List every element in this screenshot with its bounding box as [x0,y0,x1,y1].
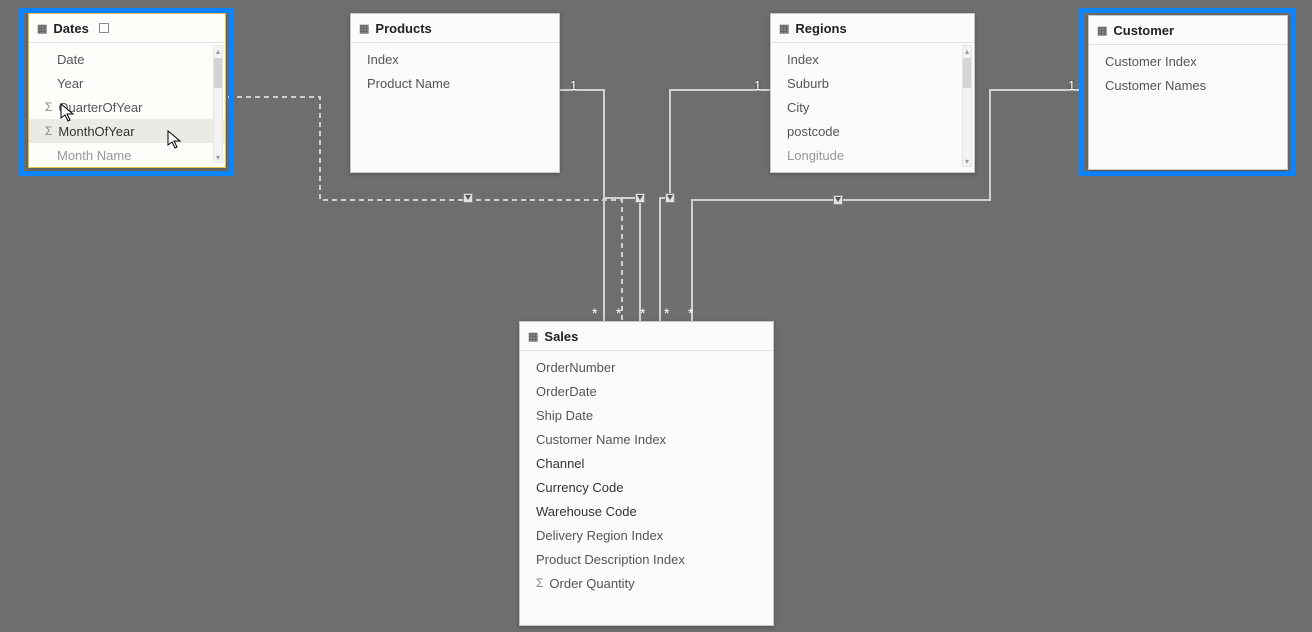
relationship-node[interactable] [665,193,675,203]
field-city[interactable]: City [771,95,974,119]
field-list: OrderNumber OrderDate Ship Date Customer… [520,351,773,599]
cardinality-many: * [592,305,597,321]
table-title: Regions [795,21,846,36]
table-header[interactable]: ▦ Sales [520,322,773,351]
table-icon: ▦ [359,22,369,35]
table-title: Products [375,21,431,36]
field-ordernumber[interactable]: OrderNumber [520,355,773,379]
field-product-name[interactable]: Product Name [351,71,559,95]
field-warehouse-code[interactable]: Warehouse Code [520,499,773,523]
scrollbar[interactable]: ▴ ▾ [213,45,223,163]
sigma-icon: Σ [536,576,543,590]
table-title: Sales [544,329,578,344]
field-monthname[interactable]: Month Name [29,143,225,167]
table-header[interactable]: ▦ Products [351,14,559,43]
cardinality-many: * [664,305,669,321]
field-quarterofyear[interactable]: ΣQuarterOfYear [29,95,225,119]
table-icon: ▦ [1097,24,1107,37]
field-customer-name-index[interactable]: Customer Name Index [520,427,773,451]
table-header[interactable]: ▦ Dates [29,14,225,43]
table-products[interactable]: ▦ Products Index Product Name [350,13,560,173]
field-customer-index[interactable]: Customer Index [1089,49,1287,73]
field-list: Date Year ΣQuarterOfYear ΣMonthOfYear Mo… [29,43,225,168]
table-sales[interactable]: ▦ Sales OrderNumber OrderDate Ship Date … [519,321,774,626]
cardinality-many: * [616,305,621,321]
field-postcode[interactable]: postcode [771,119,974,143]
table-dates[interactable]: ▦ Dates Date Year ΣQuarterOfYear ΣMonthO… [28,13,226,168]
field-channel[interactable]: Channel [520,451,773,475]
field-list: Index Suburb City postcode Longitude ▴ ▾ [771,43,974,173]
relationship-node[interactable] [463,193,473,203]
field-date[interactable]: Date [29,47,225,71]
field-delivery-region-index[interactable]: Delivery Region Index [520,523,773,547]
field-year[interactable]: Year [29,71,225,95]
cardinality-many: * [688,305,693,321]
table-header[interactable]: ▦ Regions [771,14,974,43]
scrollbar[interactable]: ▴ ▾ [962,45,972,167]
sigma-icon: Σ [45,100,52,114]
table-icon: ▦ [37,22,47,35]
table-customer[interactable]: ▦ Customer Customer Index Customer Names [1088,15,1288,170]
table-icon: ▦ [779,22,789,35]
field-list: Index Product Name [351,43,559,99]
model-canvas[interactable]: 1 1 1 * * * * * ▦ Dates Date Year ΣQuart… [0,0,1312,632]
cardinality-one: 1 [754,78,761,93]
field-list: Customer Index Customer Names [1089,45,1287,101]
field-suburb[interactable]: Suburb [771,71,974,95]
table-icon: ▦ [528,330,538,343]
cardinality-one: 1 [1068,78,1075,93]
field-shipdate[interactable]: Ship Date [520,403,773,427]
field-order-quantity[interactable]: ΣOrder Quantity [520,571,773,595]
date-table-badge-icon [99,23,109,33]
field-monthofyear[interactable]: ΣMonthOfYear [29,119,225,143]
field-product-description-index[interactable]: Product Description Index [520,547,773,571]
cardinality-one: 1 [570,78,577,93]
table-regions[interactable]: ▦ Regions Index Suburb City postcode Lon… [770,13,975,173]
table-title: Customer [1113,23,1174,38]
field-orderdate[interactable]: OrderDate [520,379,773,403]
sigma-icon: Σ [45,124,52,138]
table-header[interactable]: ▦ Customer [1089,16,1287,45]
field-longitude[interactable]: Longitude [771,143,974,167]
field-index[interactable]: Index [351,47,559,71]
cardinality-many: * [640,305,645,321]
table-title: Dates [53,21,88,36]
field-currency-code[interactable]: Currency Code [520,475,773,499]
field-index[interactable]: Index [771,47,974,71]
relationship-node[interactable] [833,195,843,205]
field-customer-names[interactable]: Customer Names [1089,73,1287,97]
relationship-node[interactable] [635,193,645,203]
